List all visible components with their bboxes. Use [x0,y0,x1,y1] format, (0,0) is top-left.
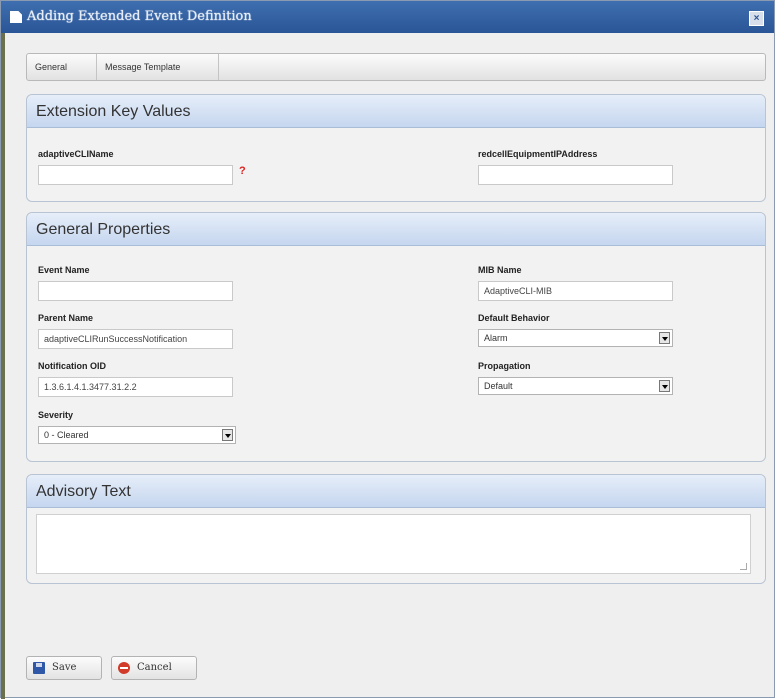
extended-event-dialog: Adding Extended Event Definition × Gener… [0,0,775,699]
severity-value: 0 - Cleared [44,430,89,440]
save-button[interactable]: Save [26,656,102,680]
section-title: Extension Key Values [36,103,191,120]
section-header: Advisory Text [27,475,765,508]
mib-name-input[interactable]: AdaptiveCLI-MIB [478,281,673,301]
save-label: Save [52,662,77,673]
section-header: Extension Key Values [27,95,765,128]
dropdown-arrow-icon[interactable] [659,332,670,344]
tab-bar: General Message Template [26,53,766,81]
cancel-icon [118,662,130,674]
dropdown-arrow-icon[interactable] [222,429,233,441]
notification-oid-label: Notification OID [38,361,106,371]
general-properties-panel: General Properties Event Name MIB Name A… [26,212,766,462]
floppy-disk-icon [33,662,45,674]
cancel-label: Cancel [137,662,172,673]
cancel-button[interactable]: Cancel [111,656,197,680]
propagation-value: Default [484,381,513,391]
adaptive-cli-name-input[interactable] [38,165,233,185]
resize-grip-icon[interactable] [740,563,747,570]
title-bar[interactable]: Adding Extended Event Definition × [1,1,774,33]
redcell-equipment-ip-input[interactable] [478,165,673,185]
event-name-input[interactable] [38,281,233,301]
tab-message-template[interactable]: Message Template [97,54,219,80]
default-behavior-label: Default Behavior [478,313,550,323]
window-edge [1,33,5,699]
section-title: Advisory Text [36,483,131,500]
advisory-text-panel: Advisory Text [26,474,766,584]
redcell-equipment-ip-label: redcellEquipmentIPAddress [478,149,598,159]
severity-label: Severity [38,410,74,420]
parent-name-input[interactable]: adaptiveCLIRunSuccessNotification [38,329,233,349]
tab-general[interactable]: General [27,54,97,80]
section-header: General Properties [27,213,765,246]
extension-key-values-panel: Extension Key Values adaptiveCLIName ? r… [26,94,766,202]
propagation-select[interactable]: Default [478,377,673,395]
default-behavior-value: Alarm [484,333,508,343]
default-behavior-select[interactable]: Alarm [478,329,673,347]
severity-select[interactable]: 0 - Cleared [38,426,236,444]
document-icon [10,11,22,23]
required-indicator-icon: ? [239,165,246,177]
close-button[interactable]: × [749,11,764,26]
dialog-title: Adding Extended Event Definition [27,9,252,24]
mib-name-label: MIB Name [478,265,522,275]
adaptive-cli-name-label: adaptiveCLIName [38,149,114,159]
dropdown-arrow-icon[interactable] [659,380,670,392]
event-name-label: Event Name [38,265,90,275]
notification-oid-input[interactable]: 1.3.6.1.4.1.3477.31.2.2 [38,377,233,397]
propagation-label: Propagation [478,361,531,371]
parent-name-label: Parent Name [38,313,94,323]
section-title: General Properties [36,221,171,238]
advisory-text-area[interactable] [36,514,751,574]
